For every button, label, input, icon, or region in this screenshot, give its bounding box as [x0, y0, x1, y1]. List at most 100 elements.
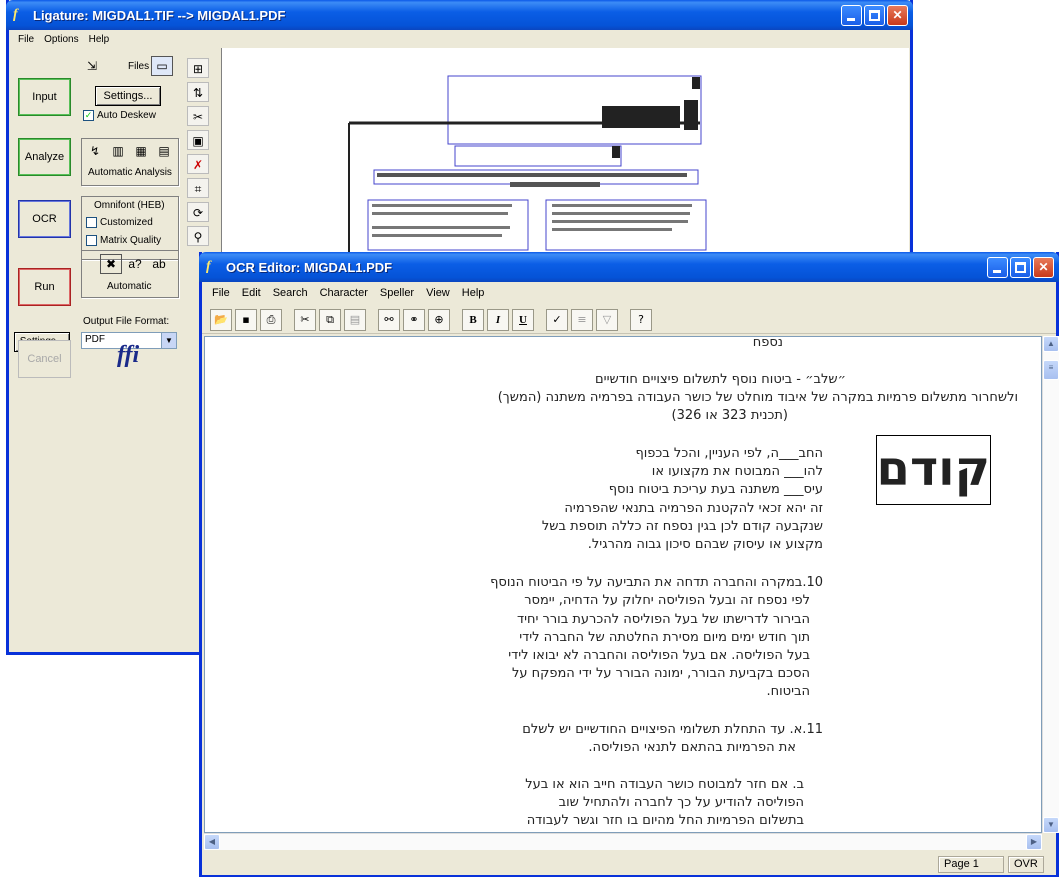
text-line: נספח — [752, 336, 783, 350]
customized-checkbox[interactable]: Customized — [86, 217, 153, 228]
crop-icon[interactable]: ⌗ — [187, 178, 209, 198]
auto-run-icon[interactable]: ✖ — [100, 254, 122, 274]
ligature-title: Ligature: MIGDAL1.TIF --> MIGDAL1.PDF — [33, 8, 286, 23]
folder-icon[interactable]: ▭ — [151, 56, 173, 76]
italic-button[interactable]: I — [487, 308, 509, 331]
scroll-down-icon[interactable]: ▼ — [1043, 817, 1059, 833]
columns-icon[interactable]: ▥ — [107, 141, 129, 161]
table-icon[interactable]: ▦ — [130, 141, 152, 161]
find-icon[interactable]: ⚯ — [378, 308, 400, 331]
text-line: ״שלב״ - ביטוח נוסף לתשלום פיצויים חודשיי… — [595, 372, 846, 387]
ocr-text-editor[interactable]: נספח ״שלב״ - ביטוח נוסף לתשלום פיצויים ח… — [204, 336, 1042, 833]
minimize-button[interactable] — [987, 257, 1008, 278]
cut-icon[interactable]: ✂ — [187, 106, 209, 126]
select-icon[interactable]: ⊞ — [187, 58, 209, 78]
maximize-icon — [1015, 262, 1026, 273]
minimize-button[interactable] — [841, 5, 862, 26]
menu-edit[interactable]: Edit — [236, 287, 267, 299]
status-page: Page 1 — [938, 856, 1004, 873]
close-button[interactable]: ✕ — [887, 5, 908, 26]
check-icon: ✓ — [83, 110, 94, 121]
scroll-right-icon[interactable]: ▶ — [1026, 834, 1042, 850]
paste-icon[interactable]: ▤ — [344, 308, 366, 331]
status-bar: Page 1 OVR — [202, 853, 1056, 875]
scroll-thumb[interactable]: ≡ — [1043, 360, 1059, 380]
order-icon[interactable]: ⇅ — [187, 82, 209, 102]
run-button[interactable]: Run — [18, 268, 71, 306]
omnifont-label: Omnifont (HEB) — [94, 200, 165, 211]
input-settings-button[interactable]: Settings... — [95, 86, 161, 106]
files-label: Files — [128, 61, 150, 72]
ocr-toolbar: 📂 ▪ ⎙ ✂ ⧉ ▤ ⚯ ⚭ ⊕ B I U ✓ ≡ ▽ ? — [202, 306, 1056, 334]
zoom-icon[interactable]: ⚲ — [187, 226, 209, 246]
matrix-quality-checkbox[interactable]: Matrix Quality — [86, 235, 161, 246]
text-line: להו___ המבוטח את מקצועו או — [651, 464, 823, 479]
ocr-editor-window: f OCR Editor: MIGDAL1.PDF ✕ File Edit Se… — [199, 252, 1059, 877]
zoom-icon[interactable]: ⊕ — [428, 308, 450, 331]
text-line: זה יהא זכאי להקטנת הפרמיה בתנאי שהפרמיה — [564, 501, 823, 516]
auto-deskew-checkbox[interactable]: ✓ Auto Deskew — [83, 110, 156, 121]
ocr-menubar: File Edit Search Character Speller View … — [202, 282, 1056, 304]
menu-help[interactable]: Help — [84, 34, 115, 45]
underline-button[interactable]: U — [512, 308, 534, 331]
menu-file[interactable]: File — [206, 287, 236, 299]
menu-speller[interactable]: Speller — [374, 287, 420, 299]
text-line: הביטוח. — [766, 684, 810, 699]
menu-view[interactable]: View — [420, 287, 456, 299]
text-line: את הפרמיות בהתאם לתנאי הפוליסה. — [588, 740, 796, 755]
status-mode: OVR — [1008, 856, 1044, 873]
close-icon: ✕ — [892, 8, 903, 22]
help-button[interactable]: ? — [630, 308, 652, 331]
menu-character[interactable]: Character — [314, 287, 374, 299]
maximize-button[interactable] — [1010, 257, 1031, 278]
run-group: ✖ a? ab Automatic — [81, 250, 179, 298]
text-line: בעל הפוליסה. אם בעל הפוליסה והחברה לא יב… — [508, 648, 810, 663]
verify-icon[interactable]: ≡ — [571, 308, 593, 331]
cut-icon[interactable]: ✂ — [294, 308, 316, 331]
workflow-panel: Input ⇲ Files ▭ Settings... ✓ Auto Deskew… — [11, 48, 187, 652]
close-button[interactable]: ✕ — [1033, 257, 1054, 278]
spellcheck-icon[interactable]: ✓ — [546, 308, 568, 331]
open-icon[interactable]: 📂 — [210, 308, 232, 331]
ffi-logo: ffi — [117, 342, 140, 368]
menu-file[interactable]: File — [13, 34, 39, 45]
scanner-icon[interactable]: ⇲ — [81, 56, 103, 76]
maximize-icon — [869, 10, 880, 21]
horizontal-scrollbar[interactable]: ◀ ▶ — [204, 833, 1042, 850]
character-zoom-box: קודם — [876, 435, 991, 505]
ocr-titlebar[interactable]: f OCR Editor: MIGDAL1.PDF ✕ — [199, 252, 1059, 282]
verify-next-icon[interactable]: ▽ — [596, 308, 618, 331]
text-line: 10.במקרה והחברה תדחה את התביעה על פי הבי… — [490, 575, 823, 590]
proof-icon[interactable]: a? — [124, 254, 146, 274]
menu-help[interactable]: Help — [456, 287, 491, 299]
input-button[interactable]: Input — [18, 78, 71, 116]
text-line: לפי נספח זה ובעל הפוליסה יחלוק על הדחיה,… — [524, 593, 810, 608]
print-icon[interactable]: ⎙ — [260, 308, 282, 331]
ligature-titlebar[interactable]: f Ligature: MIGDAL1.TIF --> MIGDAL1.PDF … — [6, 0, 913, 30]
bold-button[interactable]: B — [462, 308, 484, 331]
app-logo-icon: f — [206, 259, 211, 274]
save-icon[interactable]: ▪ — [235, 308, 257, 331]
text-line: תוך חודש ימים מיום מסירת החלטתה של החברה… — [519, 630, 810, 645]
rotate-icon[interactable]: ⟳ — [187, 202, 209, 222]
vertical-scrollbar[interactable]: ▲ ≡ ▼ — [1042, 336, 1059, 833]
ocr-button[interactable]: OCR — [18, 200, 71, 238]
zones-icon[interactable]: ▤ — [153, 141, 175, 161]
scroll-up-icon[interactable]: ▲ — [1043, 336, 1059, 352]
auto-analysis-icon[interactable]: ↯ — [84, 141, 106, 161]
analysis-group: ↯ ▥ ▦ ▤ Automatic Analysis — [81, 138, 179, 186]
find-next-icon[interactable]: ⚭ — [403, 308, 425, 331]
menu-options[interactable]: Options — [39, 34, 83, 45]
delete-zone-icon[interactable]: ✗ — [187, 154, 209, 174]
menu-search[interactable]: Search — [267, 287, 314, 299]
image-icon[interactable]: ▣ — [187, 130, 209, 150]
copy-icon[interactable]: ⧉ — [319, 308, 341, 331]
analyze-button[interactable]: Analyze — [18, 138, 71, 176]
spell-icon[interactable]: ab — [148, 254, 170, 274]
maximize-button[interactable] — [864, 5, 885, 26]
text-line: 11.א. עד התחלת תשלומי הפיצויים החודשיים … — [522, 722, 823, 737]
text-line: הפוליסה להודיע על כך לחברה ולהתחיל שוב — [558, 795, 804, 810]
cancel-button[interactable]: Cancel — [18, 340, 71, 378]
text-line: (תכנית 323 או 326) — [671, 408, 788, 423]
scroll-left-icon[interactable]: ◀ — [204, 834, 220, 850]
